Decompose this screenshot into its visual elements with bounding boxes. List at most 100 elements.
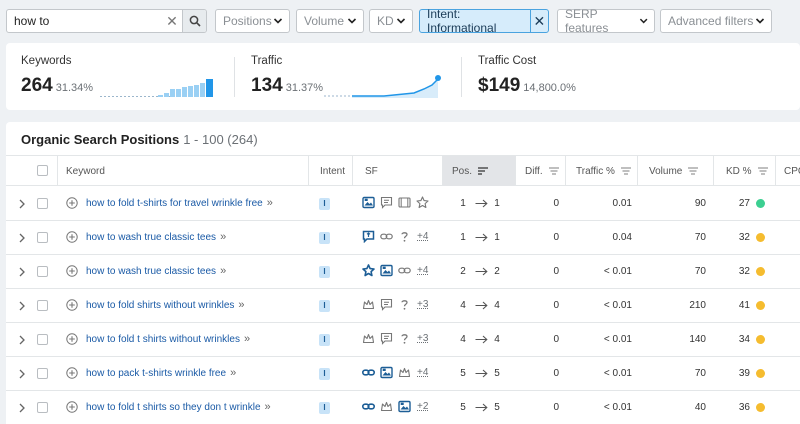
featured-snippet-icon[interactable] xyxy=(362,230,375,243)
arrow-right-icon xyxy=(475,233,488,242)
clear-icon[interactable]: ✕ xyxy=(162,13,182,30)
row-checkbox[interactable] xyxy=(37,368,48,379)
expand-row-icon[interactable] xyxy=(19,233,25,243)
volume-filter[interactable]: Volume xyxy=(296,9,364,33)
link-filled-icon[interactable] xyxy=(362,366,375,379)
open-serp-icon[interactable]: » xyxy=(238,299,244,311)
expand-row-icon[interactable] xyxy=(19,403,25,413)
traffic-percent: < 0.01 xyxy=(603,266,632,277)
row-checkbox[interactable] xyxy=(37,334,48,345)
add-keyword-icon[interactable] xyxy=(66,265,78,277)
open-serp-icon[interactable]: » xyxy=(267,197,273,209)
image-pack-icon[interactable] xyxy=(380,366,393,379)
star-icon[interactable] xyxy=(416,196,429,209)
expand-row-icon[interactable] xyxy=(19,301,25,311)
image-pack-icon[interactable] xyxy=(398,400,411,413)
header-cpc-label: CPC xyxy=(784,165,800,177)
select-all-checkbox[interactable] xyxy=(37,165,48,176)
open-serp-icon[interactable]: » xyxy=(220,231,226,243)
header-volume[interactable]: Volume xyxy=(638,156,714,186)
keyword-link[interactable]: how to pack t-shirts wrinkle free xyxy=(86,368,226,379)
question-icon[interactable] xyxy=(398,298,411,311)
sort-active-icon xyxy=(478,167,489,175)
sf-more-link[interactable]: +3 xyxy=(417,299,428,310)
reviews-icon[interactable] xyxy=(380,298,393,311)
add-keyword-icon[interactable] xyxy=(66,401,78,413)
header-cpc[interactable]: CPC xyxy=(776,156,800,186)
star-filled-icon[interactable] xyxy=(362,264,375,277)
row-checkbox[interactable] xyxy=(37,198,48,209)
keyword-cell: how to pack t-shirts wrinkle free » xyxy=(86,367,236,379)
difficulty-change: 0 xyxy=(553,334,559,345)
sf-more-link[interactable]: +4 xyxy=(417,265,428,276)
serp-features-filter[interactable]: SERP features xyxy=(557,7,655,35)
intent-badge: I xyxy=(319,368,330,380)
traffic-cost-change: 14,800.0% xyxy=(523,82,576,94)
row-checkbox[interactable] xyxy=(37,300,48,311)
sf-more-link[interactable]: +4 xyxy=(417,367,428,378)
open-serp-icon[interactable]: » xyxy=(230,367,236,379)
panel-range: 1 - 100 (264) xyxy=(183,132,258,147)
row-checkbox[interactable] xyxy=(37,232,48,243)
image-pack-icon[interactable] xyxy=(380,264,393,277)
kd-status-dot xyxy=(756,369,765,378)
keyword-link[interactable]: how to fold t-shirts for travel wrinkle … xyxy=(86,198,263,209)
image-pack-icon[interactable] xyxy=(362,196,375,209)
header-kd[interactable]: KD % xyxy=(714,156,776,186)
add-keyword-icon[interactable] xyxy=(66,299,78,311)
question-icon[interactable] xyxy=(398,332,411,345)
search-box[interactable]: how to ✕ xyxy=(6,9,207,33)
link-icon[interactable] xyxy=(380,230,393,243)
crown-icon[interactable] xyxy=(398,366,411,379)
row-checkbox[interactable] xyxy=(37,266,48,277)
remove-filter-icon[interactable]: ✕ xyxy=(529,10,548,32)
expand-row-icon[interactable] xyxy=(19,369,25,379)
question-icon[interactable] xyxy=(398,230,411,243)
search-volume: 70 xyxy=(694,266,706,277)
keyword-link[interactable]: how to wash true classic tees xyxy=(86,266,216,277)
expand-row-icon[interactable] xyxy=(19,335,25,345)
arrow-right-icon xyxy=(475,369,488,378)
open-serp-icon[interactable]: » xyxy=(244,333,250,345)
table-row: how to pack t-shirts wrinkle free » I +4 5 5 0… xyxy=(6,357,800,391)
keyword-link[interactable]: how to fold shirts without wrinkles xyxy=(86,300,234,311)
keyword-link[interactable]: how to fold t shirts so they don t wrink… xyxy=(86,402,261,413)
open-serp-icon[interactable]: » xyxy=(220,265,226,277)
intent-filter-active[interactable]: Intent: Informational ✕ xyxy=(419,7,549,35)
reviews-icon[interactable] xyxy=(380,196,393,209)
kd-filter[interactable]: KD xyxy=(369,9,413,33)
search-volume: 90 xyxy=(694,198,706,209)
header-difficulty[interactable]: Diff. xyxy=(516,156,566,186)
sf-more-link[interactable]: +4 xyxy=(417,231,428,242)
advanced-filters-dropdown[interactable]: Advanced filters xyxy=(660,9,772,33)
link-icon[interactable] xyxy=(398,264,411,277)
header-keyword[interactable]: Keyword xyxy=(58,156,309,186)
add-keyword-icon[interactable] xyxy=(66,367,78,379)
expand-row-icon[interactable] xyxy=(19,199,25,209)
filter-bar: how to ✕ Positions Volume KD Intent: Inf… xyxy=(0,0,800,42)
keyword-link[interactable]: how to wash true classic tees xyxy=(86,232,216,243)
sf-more-link[interactable]: +2 xyxy=(417,401,428,412)
sf-more-link[interactable]: +3 xyxy=(417,333,428,344)
open-serp-icon[interactable]: » xyxy=(265,401,271,413)
header-sf[interactable]: SF xyxy=(353,156,443,186)
expand-row-icon[interactable] xyxy=(19,267,25,277)
reviews-icon[interactable] xyxy=(380,332,393,345)
header-position[interactable]: Pos. xyxy=(443,156,516,186)
search-input[interactable]: how to xyxy=(7,14,162,28)
crown-icon[interactable] xyxy=(380,400,393,413)
crown-icon[interactable] xyxy=(362,298,375,311)
header-traffic[interactable]: Traffic % xyxy=(566,156,638,186)
add-keyword-icon[interactable] xyxy=(66,197,78,209)
keyword-link[interactable]: how to fold t shirts without wrinkles xyxy=(86,334,240,345)
positions-filter[interactable]: Positions xyxy=(215,9,290,33)
video-icon[interactable] xyxy=(398,196,411,209)
add-keyword-icon[interactable] xyxy=(66,333,78,345)
previous-position: 4 xyxy=(460,300,466,311)
add-keyword-icon[interactable] xyxy=(66,231,78,243)
search-button[interactable] xyxy=(182,10,206,32)
row-checkbox[interactable] xyxy=(37,402,48,413)
header-intent[interactable]: Intent xyxy=(309,156,353,186)
link-filled-icon[interactable] xyxy=(362,400,375,413)
crown-icon[interactable] xyxy=(362,332,375,345)
